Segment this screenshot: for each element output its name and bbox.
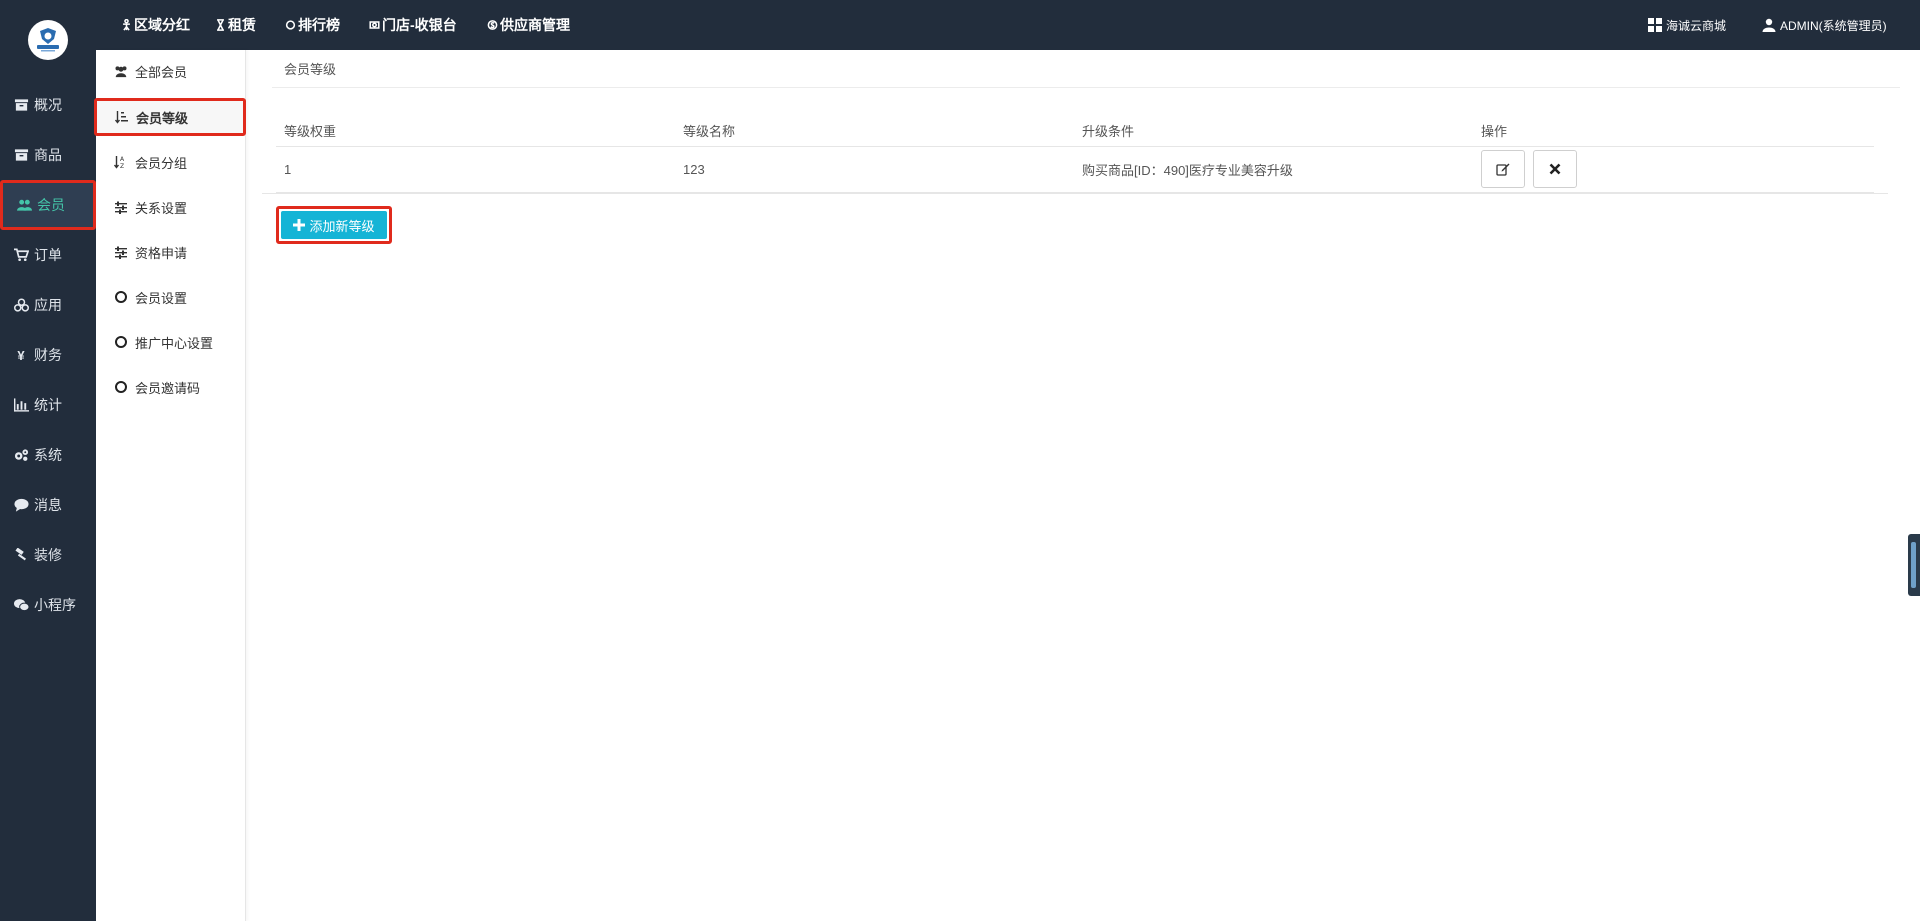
add-level-button-body: 添加新等级: [281, 211, 387, 239]
page-title: 会员等级: [284, 62, 337, 77]
delete-button[interactable]: [1532, 150, 1577, 188]
subnav-item-relation-settings[interactable]: 关系设置: [96, 188, 246, 226]
user-menu[interactable]: ADMIN(系统管理员): [1762, 0, 1887, 50]
hammer-icon: [12, 547, 30, 563]
top-link-store-cashier[interactable]: 门店-收银台: [368, 0, 457, 50]
svg-text:A: A: [120, 156, 125, 163]
hourglass-icon: [214, 18, 226, 32]
rail-item-label: 商品: [34, 147, 62, 163]
cubes-icon: [12, 297, 30, 313]
camera-icon: [368, 18, 380, 32]
skype-icon: [486, 18, 498, 32]
sort-amount-icon: [115, 110, 129, 124]
rail-item-label: 财务: [34, 347, 62, 363]
sliders-icon: [114, 200, 128, 214]
close-icon: [1549, 163, 1561, 175]
rail-item-label: 装修: [34, 547, 62, 563]
add-level-label: 添加新等级: [309, 218, 375, 234]
col-header-name: 等级名称: [675, 116, 1074, 147]
rail-item-goods[interactable]: 商品: [0, 130, 96, 180]
rail-item-label: 订单: [34, 247, 62, 263]
rail-item-miniprogram[interactable]: 小程序: [0, 580, 96, 630]
cell-weight: 1: [276, 146, 675, 193]
subnav-item-promotion-center-settings[interactable]: 推广中心设置: [96, 323, 246, 361]
breadcrumb: 会员等级: [272, 50, 1900, 88]
users-icon: [114, 64, 128, 78]
circle-icon: [114, 335, 128, 349]
cell-actions: [1473, 146, 1874, 193]
shop-switcher[interactable]: 海诚云商城: [1648, 0, 1726, 50]
rail-item-members[interactable]: 会员: [0, 180, 96, 230]
users-icon: [15, 197, 33, 213]
rail-item-label: 统计: [34, 397, 62, 413]
rail-item-label: 应用: [34, 297, 62, 313]
table-row: 1 123 购买商品[ID：490]医疗专业美容升级: [276, 146, 1874, 193]
svg-text:Z: Z: [120, 163, 124, 169]
person-icon: [120, 18, 132, 32]
circle-icon: [114, 380, 128, 394]
member-subnav: 全部会员 会员等级 AZ 会员分组 关系设置 资格申请 会员设置 推广中心设置 …: [94, 50, 246, 921]
subnav-item-qualification-application[interactable]: 资格申请: [96, 233, 246, 271]
col-header-weight: 等级权重: [276, 116, 675, 147]
brand-logo-icon: [37, 28, 59, 52]
subnav-item-member-invite-code[interactable]: 会员邀请码: [96, 368, 246, 406]
subnav-item-member-settings[interactable]: 会员设置: [96, 278, 246, 316]
rail-item-overview[interactable]: 概况: [0, 80, 96, 130]
rail-item-label: 小程序: [34, 597, 76, 613]
rail-item-system[interactable]: 系统: [0, 430, 96, 480]
floating-scroll-handle[interactable]: [1908, 534, 1920, 596]
cogs-icon: [12, 447, 30, 463]
bar-chart-icon: [12, 397, 30, 413]
top-link-regional-dividend[interactable]: 区域分红: [120, 0, 190, 50]
scroll-handle-bar: [1911, 542, 1916, 588]
rail-item-orders[interactable]: 订单: [0, 230, 96, 280]
rail-item-stats[interactable]: 统计: [0, 380, 96, 430]
grid-icon: [1648, 18, 1662, 32]
yen-icon: ¥: [17, 347, 25, 363]
col-header-actions: 操作: [1473, 116, 1874, 147]
wechat-icon: [12, 597, 30, 613]
rail-item-messages[interactable]: 消息: [0, 480, 96, 530]
brand-logo[interactable]: [28, 20, 68, 60]
archive-icon: [12, 147, 30, 163]
subnav-item-member-groups[interactable]: AZ 会员分组: [96, 143, 246, 181]
top-link-leaderboard[interactable]: 排行榜: [284, 0, 340, 50]
main-content: 会员等级 等级权重 等级名称 升级条件 操作 1 123 购买商品[ID：490…: [262, 50, 1902, 921]
chat-icon: [12, 497, 30, 513]
rail-item-apps[interactable]: 应用: [0, 280, 96, 330]
rail-item-label: 会员: [37, 197, 65, 213]
user-name: ADMIN(系统管理员): [1780, 18, 1887, 33]
sliders-icon: [114, 245, 128, 259]
top-link-supplier-management[interactable]: 供应商管理: [486, 0, 570, 50]
archive-icon: [12, 97, 30, 113]
main-sidebar: 概况 商品 会员 订单 应用 ¥ 财务 统计 系统 消息 装修 小程序: [0, 0, 96, 921]
cell-name: 123: [675, 146, 1074, 193]
rail-item-finance[interactable]: ¥ 财务: [0, 330, 96, 380]
rail-item-label: 消息: [34, 497, 62, 513]
shop-name: 海诚云商城: [1666, 18, 1727, 33]
top-navbar: 区域分红 租赁 排行榜 门店-收银台 供应商管理 海诚云商城 ADMIN(系统管…: [96, 0, 1920, 50]
subnav-item-member-levels[interactable]: 会员等级: [94, 98, 246, 136]
top-link-rental[interactable]: 租赁: [214, 0, 256, 50]
table-header-row: 等级权重 等级名称 升级条件 操作: [276, 116, 1874, 147]
edit-button[interactable]: [1481, 150, 1525, 188]
rail-item-decoration[interactable]: 装修: [0, 530, 96, 580]
cell-condition: 购买商品[ID：490]医疗专业美容升级: [1074, 146, 1473, 193]
circle-icon: [114, 290, 128, 304]
rail-item-label: 概况: [34, 97, 62, 113]
cart-icon: [12, 247, 30, 263]
col-header-condition: 升级条件: [1074, 116, 1473, 147]
user-icon: [1762, 18, 1776, 32]
plus-icon: [293, 219, 306, 231]
table-divider: [262, 193, 1888, 194]
rail-item-label: 系统: [34, 447, 62, 463]
circle-icon: [284, 18, 296, 32]
add-level-button[interactable]: 添加新等级: [276, 206, 392, 244]
member-level-table: 等级权重 等级名称 升级条件 操作 1 123 购买商品[ID：490]医疗专业…: [276, 116, 1874, 193]
sort-alpha-icon: AZ: [114, 155, 128, 169]
subnav-item-all-members[interactable]: 全部会员: [96, 52, 246, 90]
edit-icon: [1496, 163, 1510, 176]
